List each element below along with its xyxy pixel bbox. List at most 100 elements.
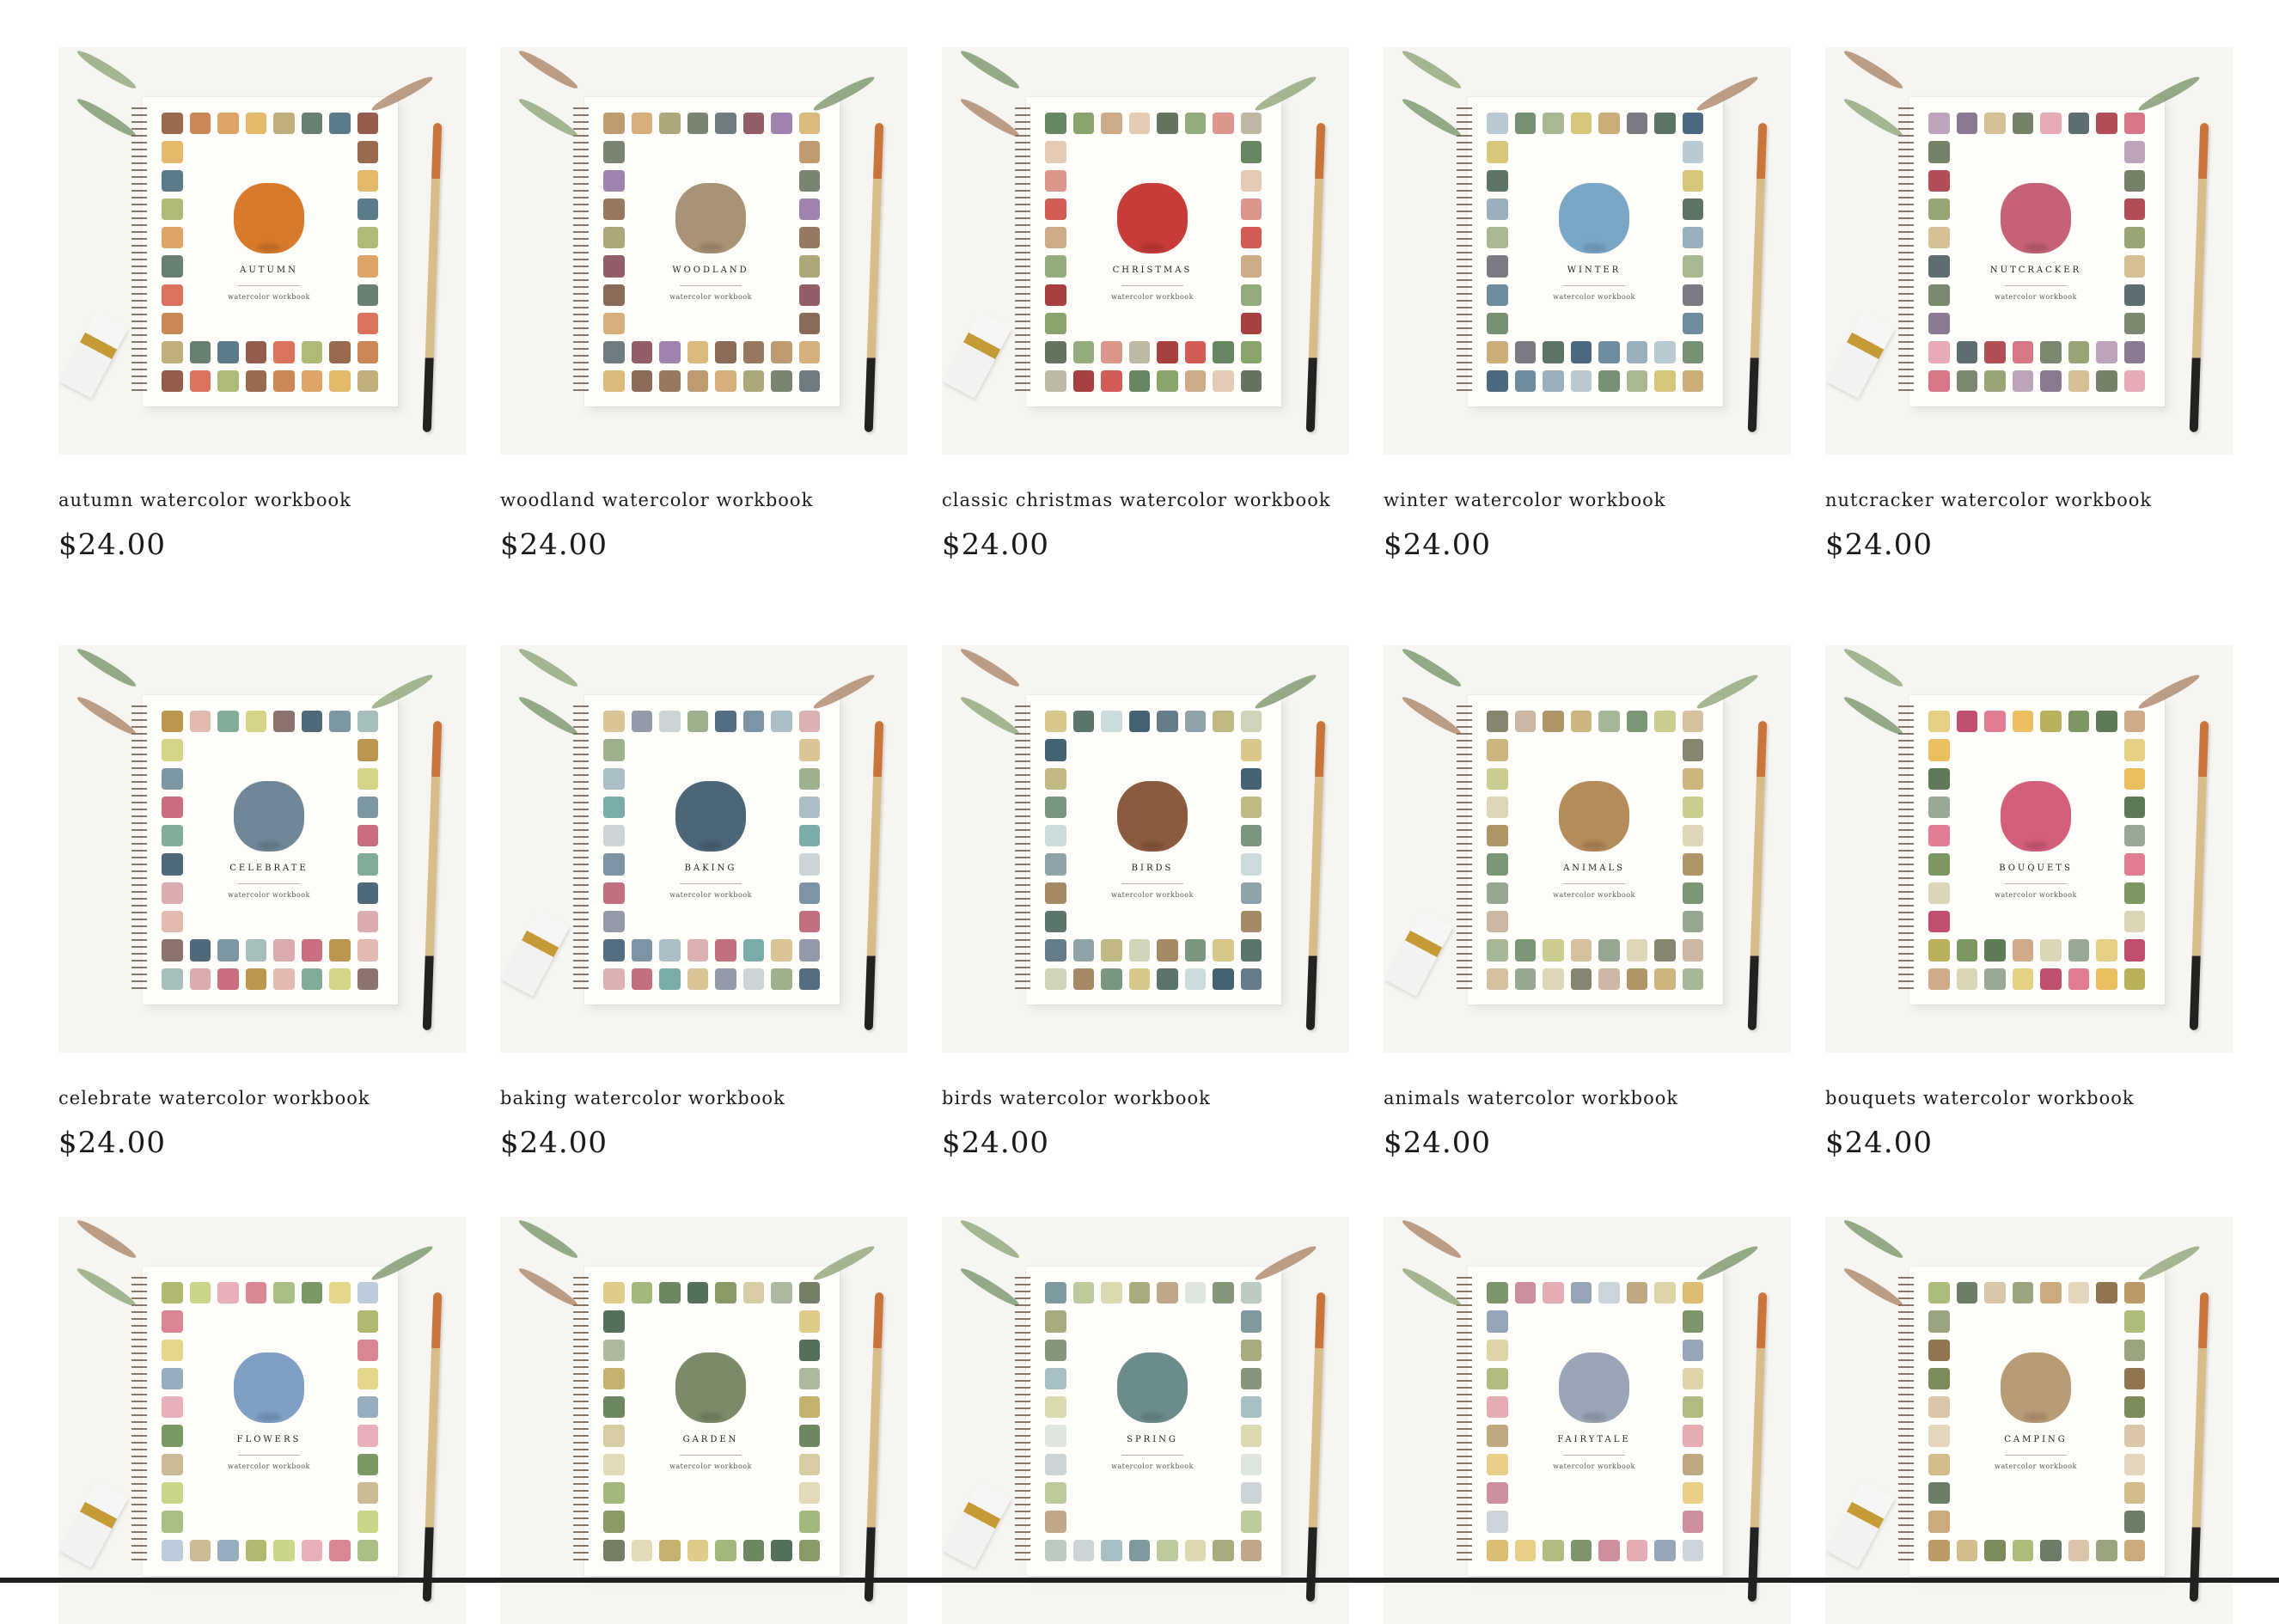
- product-card[interactable]: WOODLAND watercolor workbook woodland wat…: [500, 47, 907, 606]
- product-card[interactable]: GARDEN watercolor workbook: [500, 1217, 907, 1624]
- paint-swatch: [189, 1282, 211, 1304]
- paint-swatch: [246, 1310, 267, 1332]
- paint-swatch: [1487, 711, 1508, 733]
- paint-swatch: [2068, 711, 2089, 733]
- paint-swatch: [1682, 853, 1703, 876]
- paint-swatch: [659, 1539, 681, 1561]
- spiral-notebook-cover: CHRISTMAS watercolor workbook: [1015, 97, 1281, 406]
- product-title[interactable]: winter watercolor workbook: [1384, 486, 1791, 514]
- product-card[interactable]: CHRISTMAS watercolor workbook classic chr…: [942, 47, 1349, 606]
- paint-swatch: [2096, 1511, 2117, 1532]
- paint-swatch: [2012, 113, 2033, 135]
- birds-workbook-image[interactable]: BIRDS watercolor workbook: [942, 645, 1349, 1053]
- paint-swatch: [1213, 341, 1234, 363]
- paint-swatch: [329, 1511, 351, 1532]
- camping-workbook-image[interactable]: CAMPING watercolor workbook: [1825, 1217, 2233, 1624]
- paint-swatch: [1682, 341, 1703, 363]
- paint-swatch: [1487, 1511, 1508, 1533]
- paint-swatch: [245, 369, 266, 392]
- spiral-notebook-cover: BAKING watercolor workbook: [573, 695, 840, 1004]
- product-card[interactable]: BOUQUETS watercolor workbook bouquets wat…: [1825, 645, 2233, 1217]
- paint-swatch: [631, 968, 652, 990]
- product-card[interactable]: NUTCRACKER watercolor workbook nutcracker…: [1825, 47, 2233, 606]
- paint-swatch: [1984, 369, 2006, 392]
- product-title[interactable]: birds watercolor workbook: [942, 1084, 1349, 1112]
- product-title[interactable]: celebrate watercolor workbook: [58, 1084, 466, 1112]
- paint-swatch: [1240, 853, 1262, 876]
- woodland-workbook-image[interactable]: WOODLAND watercolor workbook: [500, 47, 907, 455]
- paint-swatch: [1682, 968, 1703, 990]
- paint-swatch: [1928, 169, 1950, 192]
- paint-swatch: [798, 169, 820, 192]
- leaf-icon: [1841, 95, 1906, 141]
- cover-divider: [238, 883, 300, 884]
- fairytale-workbook-image[interactable]: FAIRYTALE watercolor workbook: [1384, 1217, 1791, 1624]
- spiral-binding: [1457, 705, 1472, 994]
- product-title[interactable]: classic christmas watercolor workbook: [942, 486, 1349, 514]
- cover-title: NUTCRACKER: [1989, 266, 2082, 275]
- paint-swatch: [1928, 1425, 1950, 1447]
- paint-swatch: [1682, 1539, 1703, 1561]
- product-card[interactable]: BIRDS watercolor workbook birds watercolo…: [942, 645, 1349, 1217]
- celebrate-workbook-image[interactable]: CELEBRATE watercolor workbook: [58, 645, 466, 1053]
- paint-swatch: [217, 369, 239, 392]
- paint-swatch: [1928, 825, 1950, 847]
- paint-swatch: [357, 1367, 378, 1390]
- product-card[interactable]: WINTER watercolor workbook winter waterco…: [1384, 47, 1791, 606]
- cover-divider: [1563, 1455, 1625, 1456]
- paint-swatch: [1570, 939, 1592, 962]
- paint-swatch: [1240, 767, 1262, 790]
- leaf-icon: [1841, 1217, 1906, 1262]
- leaf-icon: [957, 95, 1023, 141]
- paint-swatch: [2096, 739, 2117, 760]
- autumn-workbook-image[interactable]: AUTUMN watercolor workbook: [58, 47, 466, 455]
- paint-swatch: [1543, 1539, 1564, 1561]
- winter-workbook-image[interactable]: WINTER watercolor workbook: [1384, 47, 1791, 455]
- paint-brush-icon: [422, 122, 443, 433]
- product-title[interactable]: woodland watercolor workbook: [500, 486, 907, 514]
- paint-swatch: [1598, 341, 1620, 363]
- paint-swatch: [162, 1425, 183, 1447]
- baking-workbook-image[interactable]: BAKING watercolor workbook: [500, 645, 907, 1053]
- product-title[interactable]: bouquets watercolor workbook: [1825, 1084, 2233, 1112]
- product-title[interactable]: autumn watercolor workbook: [58, 486, 466, 514]
- bouquets-workbook-image[interactable]: BOUQUETS watercolor workbook: [1825, 645, 2233, 1053]
- paint-swatch: [1984, 341, 2006, 363]
- nutcracker-workbook-image[interactable]: NUTCRACKER watercolor workbook: [1825, 47, 2233, 455]
- leaf-icon: [1399, 1264, 1464, 1310]
- dancer-icon: [2001, 183, 2071, 253]
- product-card[interactable]: CAMPING watercolor workbook: [1825, 1217, 2233, 1624]
- paint-swatch: [2040, 1511, 2062, 1532]
- paint-swatch: [1072, 113, 1094, 135]
- paint-swatch: [715, 341, 736, 363]
- product-card[interactable]: FAIRYTALE watercolor workbook: [1384, 1217, 1791, 1624]
- animals-workbook-image[interactable]: ANIMALS watercolor workbook: [1384, 645, 1791, 1053]
- woodland-cover: WOODLAND watercolor workbook: [500, 47, 907, 455]
- product-card[interactable]: AUTUMN watercolor workbook autumn waterco…: [58, 47, 466, 606]
- paint-swatch: [1240, 911, 1262, 933]
- paint-swatch: [1654, 1539, 1676, 1561]
- product-title[interactable]: baking watercolor workbook: [500, 1084, 907, 1112]
- product-card[interactable]: FLOWERS watercolor workbook: [58, 1217, 466, 1624]
- paint-swatch: [1240, 939, 1262, 962]
- cover-subtitle: watercolor workbook: [1553, 891, 1635, 899]
- product-title[interactable]: nutcracker watercolor workbook: [1825, 486, 2233, 514]
- product-title[interactable]: animals watercolor workbook: [1384, 1084, 1791, 1112]
- garden-workbook-image[interactable]: GARDEN watercolor workbook: [500, 1217, 907, 1624]
- paint-swatch: [603, 911, 625, 933]
- product-card[interactable]: BAKING watercolor workbook baking waterco…: [500, 645, 907, 1217]
- product-card[interactable]: ANIMALS watercolor workbook animals water…: [1384, 645, 1791, 1217]
- paint-swatch: [357, 882, 378, 905]
- spring-workbook-image[interactable]: SPRING watercolor workbook: [942, 1217, 1349, 1624]
- paint-swatch: [1045, 767, 1066, 790]
- paint-swatch: [1682, 1282, 1703, 1304]
- product-card[interactable]: CELEBRATE watercolor workbook celebrate w…: [58, 645, 466, 1217]
- flowers-workbook-image[interactable]: FLOWERS watercolor workbook: [58, 1217, 466, 1624]
- christmas-workbook-image[interactable]: CHRISTMAS watercolor workbook: [942, 47, 1349, 455]
- paint-swatch: [1487, 825, 1508, 847]
- product-card[interactable]: SPRING watercolor workbook: [942, 1217, 1349, 1624]
- paint-swatch: [162, 882, 183, 905]
- leaf-icon: [1399, 693, 1464, 739]
- paint-swatch: [603, 1482, 625, 1505]
- paint-swatch: [357, 911, 378, 933]
